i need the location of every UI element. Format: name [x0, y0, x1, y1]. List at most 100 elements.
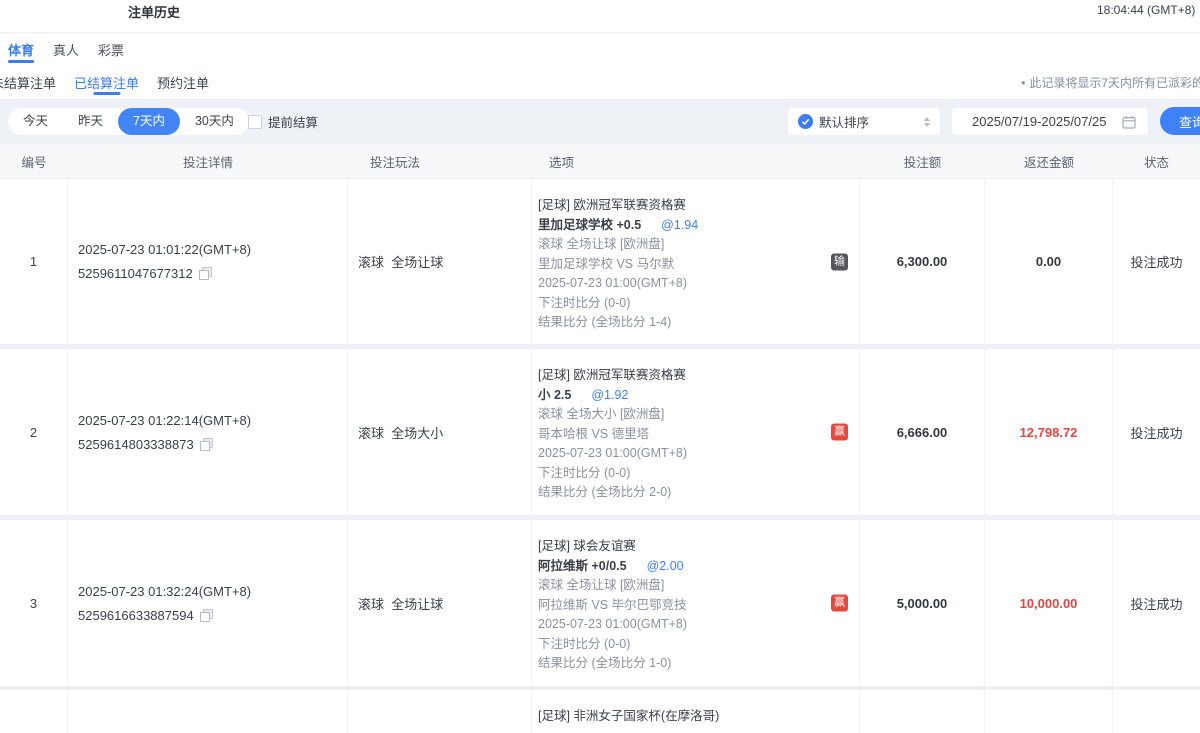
stake-amount [860, 690, 985, 733]
copy-icon[interactable] [200, 438, 213, 451]
stake-amount: 5,000.00 [860, 520, 985, 686]
selection: 阿拉维斯 +0/0.5 [538, 557, 627, 577]
score-at-bet: 下注时比分 (0-0) [538, 294, 825, 314]
col-header-no: 编号 [0, 144, 68, 178]
notice-text: 此记录将显示7天内所有已派彩的 [1029, 76, 1200, 90]
league-name: [足球] 球会友谊赛 [538, 537, 825, 557]
server-time: 18:04:44 (GMT+8) [1097, 3, 1195, 17]
bet-detail-cell [68, 690, 348, 733]
league-name: [足球] 欧洲冠军联赛资格赛 [538, 366, 825, 386]
filter-bar: 今天 昨天 7天内 30天内 提前结算 默认排序 2025/07/19-2025… [0, 100, 1200, 144]
filter-30days[interactable]: 30天内 [180, 108, 249, 135]
subtab-settled[interactable]: 已结算注单 [74, 65, 139, 99]
option-cell: [足球] 欧洲冠军联赛资格赛 里加足球学校 +0.5 @1.94 滚球 全场让球 … [532, 179, 860, 344]
table-header: 编号 投注详情 投注玩法 选项 投注额 返还金额 状态 [0, 144, 1200, 178]
col-header-play: 投注玩法 [348, 144, 532, 178]
bet-detail-cell: 2025-07-23 01:32:24(GMT+8) 5259616633887… [68, 520, 348, 686]
subtabbar: 未结算注单 已结算注单 预约注单 • 此记录将显示7天内所有已派彩的 [0, 65, 1200, 100]
tab-lottery[interactable]: 彩票 [98, 33, 124, 65]
play-type [348, 690, 532, 733]
copy-icon[interactable] [199, 267, 212, 280]
selection: 里加足球学校 +0.5 [538, 216, 641, 236]
match-time: 2025-07-23 01:00(GMT+8) [538, 615, 825, 635]
date-quick-filter: 今天 昨天 7天内 30天内 [8, 108, 249, 135]
row-number: 1 [0, 179, 68, 344]
table-row: 3 2025-07-23 01:32:24(GMT+8) 52596166338… [0, 520, 1200, 686]
bet-time: 2025-07-23 01:22:14(GMT+8) [78, 413, 347, 428]
subtab-reserved-label: 预约注单 [157, 73, 209, 92]
league-name: [足球] 欧洲冠军联赛资格赛 [538, 196, 825, 216]
odds-value: @1.94 [661, 216, 698, 236]
bet-status: 投注成功 [1113, 179, 1200, 344]
notice-bullet: • [1021, 76, 1025, 90]
filter-today[interactable]: 今天 [8, 108, 63, 135]
market-info: 滚球 全场大小 [欧洲盘] [538, 405, 825, 425]
bet-history-page: 注单历史 18:04:44 (GMT+8) 体育 真人 彩票 未结算注单 已结算… [0, 0, 1200, 733]
table-row: [足球] 非洲女子国家杯(在摩洛哥) [0, 690, 1200, 733]
bet-id: 5259614803338873 [78, 437, 194, 452]
payout-amount: 0.00 [985, 179, 1113, 344]
match-teams: 阿拉维斯 VS 毕尔巴鄂竞技 [538, 596, 825, 616]
payout-amount [985, 690, 1113, 733]
play-type: 滚球 全场让球 [348, 520, 532, 686]
table-body: 1 2025-07-23 01:01:22(GMT+8) 52596110476… [0, 178, 1200, 733]
result-score: 结果比分 (全场比分 2-0) [538, 483, 825, 503]
odds-value: @2.00 [647, 557, 684, 577]
market-info: 滚球 全场让球 [欧洲盘] [538, 235, 825, 255]
filter-7days[interactable]: 7天内 [118, 108, 180, 135]
match-teams: 哥本哈根 VS 德里塔 [538, 425, 825, 445]
result-score: 结果比分 (全场比分 1-4) [538, 313, 825, 333]
tab-live-label: 真人 [53, 40, 79, 59]
match-time: 2025-07-23 01:00(GMT+8) [538, 274, 825, 294]
play-type: 滚球 全场大小 [348, 349, 532, 515]
tab-live[interactable]: 真人 [53, 33, 79, 65]
early-settle-checkbox[interactable] [248, 115, 262, 129]
early-settle-checkbox-group[interactable]: 提前结算 [248, 108, 318, 135]
record-notice: • 此记录将显示7天内所有已派彩的 [1021, 74, 1200, 91]
subtab-settled-label: 已结算注单 [74, 73, 139, 92]
row-number: 2 [0, 349, 68, 515]
payout-amount: 12,798.72 [985, 349, 1113, 515]
bet-status [1113, 690, 1200, 733]
date-range-input[interactable]: 2025/07/19-2025/07/25 [952, 108, 1148, 135]
option-cell: [足球] 非洲女子国家杯(在摩洛哥) [532, 690, 860, 733]
outcome-badge-win: 赢 [831, 595, 848, 612]
outcome-badge-win: 赢 [831, 424, 848, 441]
payout-amount: 10,000.00 [985, 520, 1113, 686]
bet-table: 编号 投注详情 投注玩法 选项 投注额 返还金额 状态 1 2025-07-23… [0, 144, 1200, 733]
subtab-reserved[interactable]: 预约注单 [157, 65, 209, 99]
option-cell: [足球] 欧洲冠军联赛资格赛 小 2.5@1.92 滚球 全场大小 [欧洲盘] … [532, 349, 860, 515]
col-header-stake: 投注额 [860, 144, 985, 178]
query-button[interactable]: 查询 [1160, 107, 1200, 135]
sort-select[interactable]: 默认排序 [788, 108, 940, 135]
row-number: 3 [0, 520, 68, 686]
stake-amount: 6,300.00 [860, 179, 985, 344]
league-name: [足球] 非洲女子国家杯(在摩洛哥) [538, 707, 825, 727]
copy-icon[interactable] [200, 609, 213, 622]
sort-arrows-icon [924, 117, 930, 127]
sort-select-value: 默认排序 [819, 112, 869, 131]
bet-detail-cell: 2025-07-23 01:22:14(GMT+8) 5259614803338… [68, 349, 348, 515]
col-header-payout: 返还金额 [985, 144, 1113, 178]
table-row: 1 2025-07-23 01:01:22(GMT+8) 52596110476… [0, 179, 1200, 344]
filter-yesterday[interactable]: 昨天 [63, 108, 118, 135]
stake-amount: 6,666.00 [860, 349, 985, 515]
row-number [0, 690, 68, 733]
bet-id: 5259611047677312 [78, 266, 193, 281]
subtab-unsettled[interactable]: 未结算注单 [0, 65, 56, 99]
product-tabbar: 体育 真人 彩票 [0, 33, 1200, 65]
tab-sports[interactable]: 体育 [8, 33, 34, 65]
result-score: 结果比分 (全场比分 1-0) [538, 654, 825, 674]
odds-value: @1.92 [591, 386, 628, 406]
col-header-detail: 投注详情 [68, 144, 348, 178]
check-circle-icon [798, 114, 813, 129]
outcome-badge-lose: 输 [831, 253, 848, 270]
col-header-option: 选项 [532, 144, 860, 178]
match-teams: 里加足球学校 VS 马尔默 [538, 255, 825, 275]
col-header-status: 状态 [1113, 144, 1200, 178]
bet-time: 2025-07-23 01:32:24(GMT+8) [78, 584, 347, 599]
bet-status: 投注成功 [1113, 349, 1200, 515]
bet-status: 投注成功 [1113, 520, 1200, 686]
bet-time: 2025-07-23 01:01:22(GMT+8) [78, 242, 347, 257]
table-row: 2 2025-07-23 01:22:14(GMT+8) 52596148033… [0, 349, 1200, 515]
